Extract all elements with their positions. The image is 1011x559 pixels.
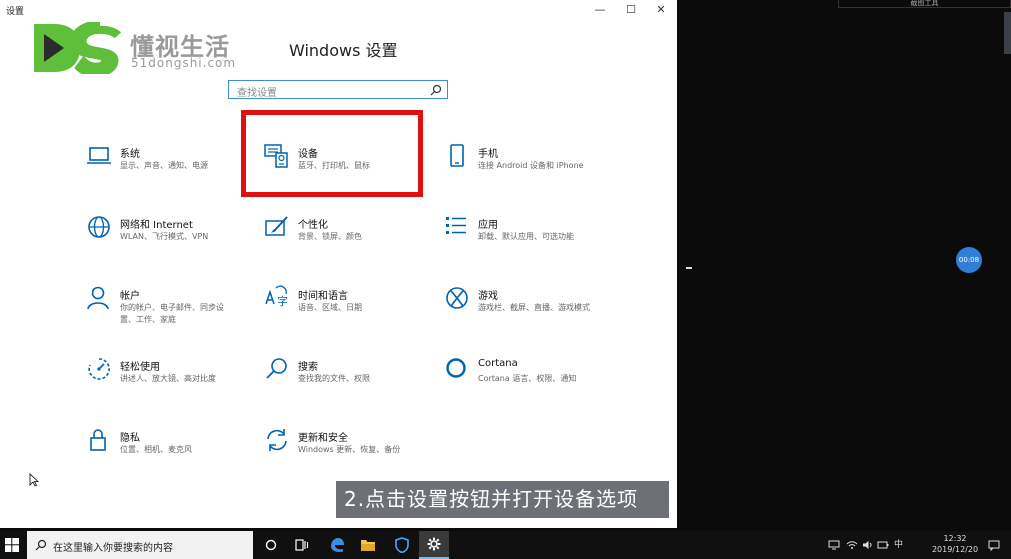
- lock-icon: [90, 429, 106, 451]
- gear-icon: [427, 537, 441, 551]
- desktop-dash: [686, 267, 692, 269]
- tile-apps[interactable]: 应用 卸载、默认应用、可选功能: [444, 214, 614, 262]
- cortana-icon: [446, 358, 466, 378]
- tile-title: 手机: [478, 149, 498, 160]
- notification-icon[interactable]: [988, 540, 1000, 551]
- tile-title: 时间和语言: [298, 291, 348, 302]
- mouse-cursor-icon: [29, 473, 39, 487]
- taskbar-settings[interactable]: [419, 531, 449, 559]
- search-magnifier-icon: [266, 358, 287, 379]
- instruction-caption: 2.点击设置按钮并打开设备选项: [336, 481, 669, 518]
- taskbar-explorer[interactable]: [353, 531, 383, 559]
- tile-title: 游戏: [478, 291, 498, 302]
- laptop-icon: [87, 147, 111, 164]
- tile-title: 系统: [120, 149, 140, 160]
- tile-desc: 位置、相机、麦克风: [120, 445, 192, 454]
- search-input[interactable]: 查找设置: [228, 80, 448, 99]
- tile-desc: Windows 更新、恢复、备份: [298, 445, 401, 454]
- windows-start-icon[interactable]: [5, 538, 19, 552]
- taskbar-clock[interactable]: 12:32 2019/12/20: [930, 533, 980, 555]
- close-button[interactable]: ✕: [647, 0, 675, 20]
- tile-title: 隐私: [120, 433, 140, 444]
- ime-indicator[interactable]: 中: [894, 537, 903, 550]
- tile-privacy[interactable]: 隐私 位置、相机、麦克风: [86, 427, 256, 475]
- clock-date: 2019/12/20: [931, 545, 979, 554]
- folder-icon: [361, 540, 375, 551]
- wifi-tray-icon[interactable]: [846, 540, 858, 550]
- maximize-button[interactable]: ☐: [617, 0, 645, 20]
- tile-title: 应用: [478, 220, 498, 231]
- taskbar-security[interactable]: [387, 531, 417, 559]
- ds-logo-icon: [34, 22, 122, 74]
- tile-desc: 游戏栏、截屏、直播、游戏模式: [478, 303, 590, 312]
- tile-desc: Cortana 语言、权限、通知: [478, 374, 577, 383]
- tile-desc: 连接 Android 设备和 iPhone: [478, 161, 584, 170]
- side-scroll-handle[interactable]: [1004, 12, 1011, 54]
- tile-title: 搜索: [298, 362, 318, 373]
- battery-tray-icon[interactable]: [877, 540, 889, 550]
- watermark-url: 51dongshi.com: [131, 56, 237, 70]
- tile-update-security[interactable]: 更新和安全 Windows 更新、恢复、备份: [264, 427, 434, 475]
- minimize-button[interactable]: —: [586, 0, 614, 20]
- tile-phone[interactable]: 手机 连接 Android 设备和 iPhone: [444, 143, 614, 191]
- tile-cortana[interactable]: Cortana Cortana 语言、权限、通知: [444, 356, 614, 404]
- person-icon: [87, 286, 109, 310]
- time-language-icon: 字: [265, 285, 288, 308]
- desktop-top-label: 截图工具: [838, 0, 1011, 8]
- clock-time: 12:32: [943, 534, 967, 543]
- search-icon[interactable]: [430, 84, 442, 96]
- tile-ease-of-access[interactable]: 轻松使用 讲述人、放大镜、高对比度: [86, 356, 256, 404]
- phone-icon: [450, 144, 464, 167]
- edge-browser-icon: [331, 538, 344, 552]
- volume-tray-icon[interactable]: [862, 540, 874, 550]
- ease-of-access-icon: [88, 358, 110, 380]
- update-sync-icon: [267, 429, 287, 451]
- title-bar[interactable]: 设置 — ☐ ✕: [0, 0, 677, 20]
- taskbar-search-text: 在这里输入你要搜索的内容: [53, 543, 173, 554]
- tile-desc: 讲述人、放大镜、高对比度: [120, 374, 216, 383]
- svg-text:字: 字: [277, 294, 288, 308]
- tile-gaming[interactable]: 游戏 游戏栏、截屏、直播、游戏模式: [444, 285, 614, 333]
- taskbar-search-box[interactable]: 在这里输入你要搜索的内容: [27, 531, 253, 559]
- tile-title: 更新和安全: [298, 433, 348, 444]
- tile-personalization[interactable]: 个性化 背景、锁屏、颜色: [264, 214, 434, 262]
- tile-desc: 查找我的文件、权限: [298, 374, 370, 383]
- apps-list-icon: [446, 217, 466, 234]
- watermark-logo: 懂视生活 51dongshi.com: [30, 22, 260, 78]
- recording-timer[interactable]: 00:08: [956, 247, 982, 273]
- taskbar-edge[interactable]: [322, 531, 352, 559]
- tile-desc: 你的帐户、电子邮件、同步设置、工作、家庭: [120, 303, 224, 324]
- task-view-button[interactable]: [256, 531, 286, 559]
- tile-title: 帐户: [120, 291, 140, 302]
- tile-title: Cortana: [478, 358, 518, 369]
- tile-accounts[interactable]: 帐户 你的帐户、电子邮件、同步设置、工作、家庭: [86, 285, 256, 333]
- tile-title: 个性化: [298, 220, 328, 231]
- tile-system[interactable]: 系统 显示、声音、通知、电源: [86, 143, 256, 191]
- xbox-icon: [446, 287, 468, 309]
- tile-desc: 卸载、默认应用、可选功能: [478, 232, 574, 241]
- task-view-icon: [295, 539, 309, 551]
- search-icon: [35, 539, 47, 551]
- page-title: Windows 设置: [289, 41, 398, 60]
- tile-title: 轻松使用: [120, 362, 160, 373]
- tile-network[interactable]: 网络和 Internet WLAN、飞行模式、VPN: [86, 214, 256, 262]
- globe-icon: [88, 216, 110, 238]
- tile-time-language[interactable]: 字 时间和语言 语音、区域、日期: [264, 285, 434, 333]
- devices-highlight-box: [241, 110, 423, 197]
- cortana-circle-icon: [265, 539, 277, 551]
- settings-window: 设置 — ☐ ✕ 懂视生活 51dongshi.com Windows 设置 查…: [0, 0, 677, 528]
- tile-desc: WLAN、飞行模式、VPN: [120, 232, 209, 241]
- network-tray-icon[interactable]: [828, 540, 840, 550]
- tile-title: 网络和 Internet: [120, 220, 193, 231]
- tile-search[interactable]: 搜索 查找我的文件、权限: [264, 356, 434, 404]
- taskbar: 在这里输入你要搜索的内容 中 12:32 2019/12/20: [0, 531, 1011, 559]
- window-title: 设置: [6, 7, 25, 17]
- paint-brush-icon: [265, 216, 288, 236]
- task-switch-button[interactable]: [287, 531, 317, 559]
- search-placeholder: 查找设置: [237, 88, 277, 99]
- tile-desc: 背景、锁屏、颜色: [298, 232, 362, 241]
- shield-icon: [395, 537, 409, 553]
- tile-desc: 语音、区域、日期: [298, 303, 362, 312]
